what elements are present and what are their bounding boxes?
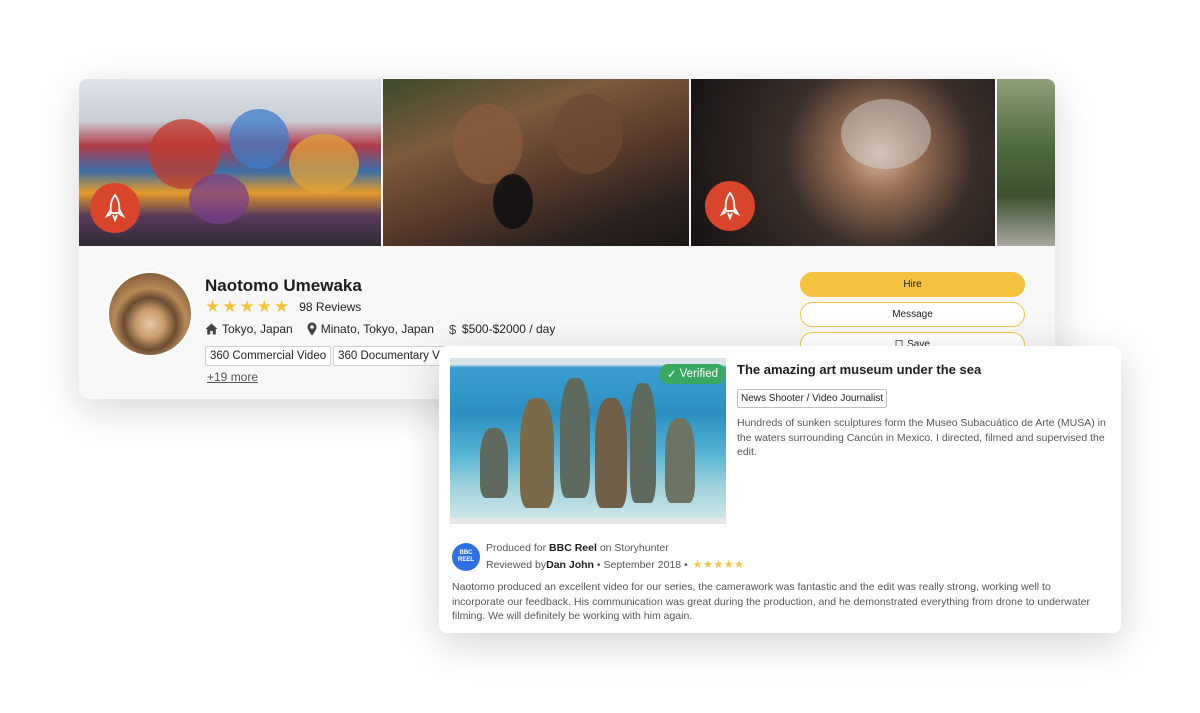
more-skills-link[interactable]: +19 more [207,370,258,384]
message-button[interactable]: Message [800,302,1025,327]
bbc-reel-logo: BBC REEL [452,543,480,571]
video-card: ✓ Verified The amazing art museum under … [439,346,1121,633]
profile-name: Naotomo Umewaka [205,276,362,295]
work-location: Minato, Tokyo, Japan [320,322,434,336]
reviewed-by-line: Reviewed by Dan John • September 2018 • … [486,558,745,572]
star-icon: ★ [205,297,221,316]
portfolio-image-women-phone[interactable] [383,79,689,246]
review-date: • September 2018 • [593,558,691,571]
star-icon: ★ [274,297,290,316]
role-tag: News Shooter / Video Journalist [737,389,888,408]
produced-for-line: Produced for BBC Reel on Storyhunter [486,542,669,554]
rate-item: $ $500-$2000 / day [448,322,555,336]
video-title[interactable]: The amazing art museum under the sea [737,362,981,377]
day-rate: $500-$2000 / day [461,322,556,336]
client-name[interactable]: BBC Reel [549,542,597,554]
avatar [107,271,193,357]
portfolio-banner [79,79,1055,246]
skill-tag[interactable]: 360 Commercial Video [205,346,332,366]
profile-meta: Tokyo, Japan Minato, Tokyo, Japan $ $500… [205,322,569,336]
rocket-badge-icon [90,183,140,233]
video-description: Hundreds of sunken sculptures form the M… [737,417,1106,458]
star-icon: ★ [256,297,272,316]
stage: Naotomo Umewaka ★ ★ ★ ★ ★ 98 Reviews Tok… [0,0,1200,713]
skill-tags: 360 Commercial Video 360 Documentary Vid… [205,346,467,366]
logo-text-line1: BBC [459,550,473,556]
portfolio-image-kites[interactable] [79,79,382,246]
star-icon: ★ [222,297,238,316]
location-item: Tokyo, Japan [205,322,293,336]
work-location-item: Minato, Tokyo, Japan [307,322,434,336]
home-location: Tokyo, Japan [222,322,293,336]
rating-stars: ★ ★ ★ ★ ★ 98 Reviews [205,298,361,316]
verified-label: Verified [679,368,718,380]
rocket-badge-icon [704,181,755,231]
review-text: Naotomo produced an excellent video for … [452,581,1090,622]
produced-prefix: Produced for [486,542,550,554]
review-stars-icon: ★★★★★ [692,559,745,571]
dollar-icon: $ [449,322,457,336]
video-thumbnail[interactable]: ✓ Verified [450,358,726,524]
reviewer-name[interactable]: Dan John [546,559,594,571]
home-icon [205,323,218,335]
logo-text-line2: REEL [457,557,474,563]
hire-button[interactable]: Hire [800,272,1025,297]
map-pin-icon [307,322,317,336]
verified-badge: ✓ Verified [660,364,725,384]
check-icon: ✓ [667,369,677,381]
produced-suffix: on Storyhunter [596,542,669,554]
portfolio-image-forest[interactable] [997,79,1055,246]
star-icon: ★ [239,297,255,316]
svg-text:$: $ [449,322,457,336]
reviews-count[interactable]: 98 Reviews [299,300,361,314]
portfolio-image-helmet[interactable] [690,79,996,246]
reviewed-prefix: Reviewed by [486,558,547,571]
